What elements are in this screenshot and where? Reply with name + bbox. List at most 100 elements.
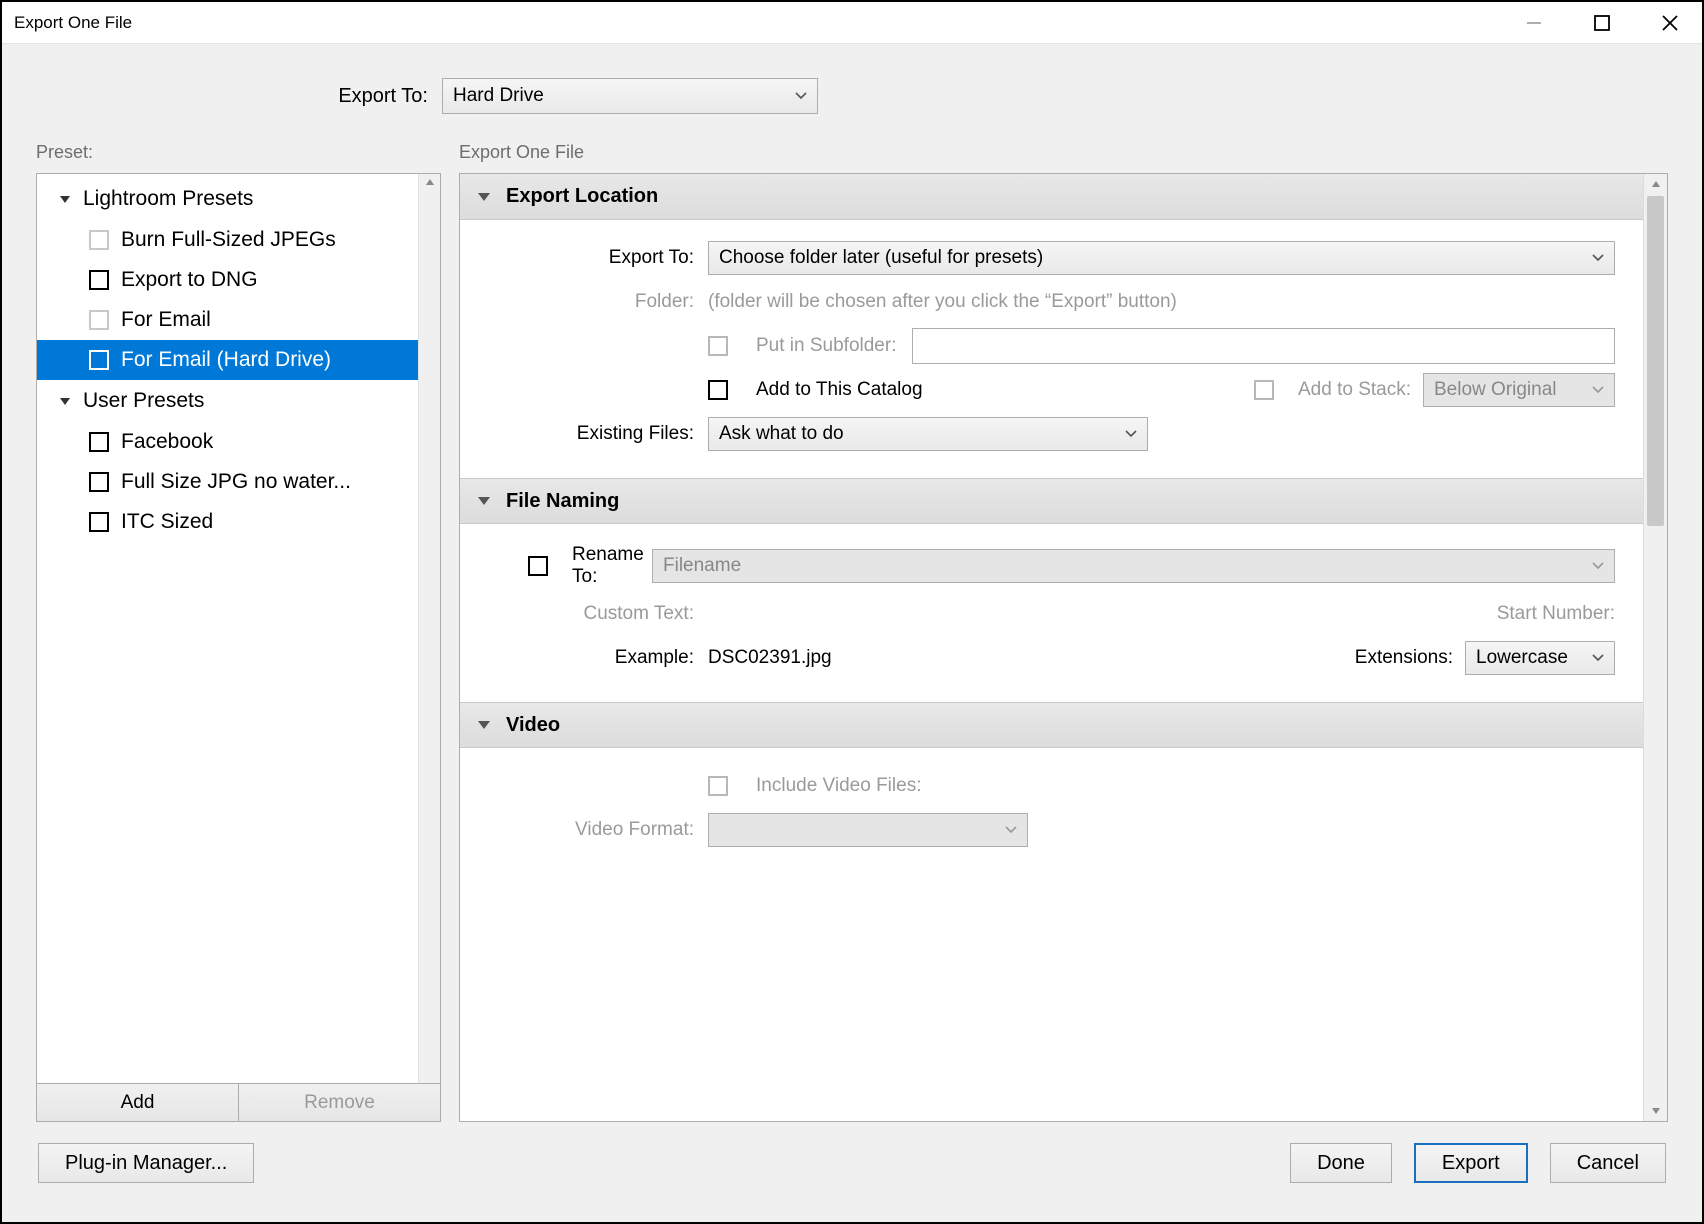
preset-item-itc-sized[interactable]: ITC Sized (37, 502, 418, 542)
section-title: Export Location (506, 185, 658, 208)
settings-panel: Export Location Export To: Choose folder… (459, 173, 1668, 1122)
export-to-select[interactable]: Hard Drive (442, 78, 818, 114)
maximize-button[interactable] (1582, 3, 1622, 43)
checkbox-icon (89, 310, 109, 330)
disclosure-down-icon (476, 495, 492, 507)
done-button[interactable]: Done (1290, 1143, 1392, 1183)
settings-column: Export One File Export Location Export T… (459, 142, 1668, 1122)
add-to-stack-label: Add to Stack: (1298, 379, 1411, 401)
select-value: Ask what to do (719, 423, 844, 445)
section-video[interactable]: Video (460, 702, 1643, 748)
subfolder-input[interactable] (912, 328, 1615, 364)
scroll-up-icon (419, 178, 440, 186)
preset-item-burn-jpegs[interactable]: Burn Full-Sized JPEGs (37, 220, 418, 260)
button-label: Export (1442, 1152, 1500, 1175)
preset-column: Preset: Lightroom Presets Burn Full-Size… (36, 142, 441, 1122)
preset-list[interactable]: Lightroom Presets Burn Full-Sized JPEGs … (37, 174, 418, 1083)
window-title: Export One File (14, 13, 132, 33)
include-video-label: Include Video Files: (756, 775, 921, 797)
panel-scrollbar[interactable] (1643, 174, 1667, 1121)
existing-files-label: Existing Files: (488, 423, 708, 445)
preset-item-label: For Email (121, 308, 211, 332)
section-file-naming[interactable]: File Naming (460, 478, 1643, 524)
extensions-select[interactable]: Lowercase (1465, 641, 1615, 675)
file-naming-body: Rename To: Filename Cust (460, 524, 1643, 702)
section-export-location[interactable]: Export Location (460, 174, 1643, 220)
preset-group-user[interactable]: User Presets (37, 380, 418, 422)
rename-to-label: Rename To: (572, 544, 644, 588)
checkbox-icon (89, 472, 109, 492)
preset-item-for-email[interactable]: For Email (37, 300, 418, 340)
section-title: File Naming (506, 490, 619, 513)
example-value: DSC02391.jpg (708, 647, 832, 669)
preset-item-facebook[interactable]: Facebook (37, 422, 418, 462)
preset-list-box: Lightroom Presets Burn Full-Sized JPEGs … (36, 173, 441, 1084)
select-value: Lowercase (1476, 647, 1568, 669)
video-body: Include Video Files: Video Format: (460, 748, 1643, 874)
preset-scrollbar[interactable] (418, 174, 440, 1083)
expander-icon (57, 395, 73, 407)
chevron-down-icon (1125, 430, 1137, 438)
rename-template-select[interactable]: Filename (652, 549, 1615, 583)
section-title: Video (506, 714, 560, 737)
export-destination-select[interactable]: Choose folder later (useful for presets) (708, 241, 1615, 275)
add-to-catalog-checkbox[interactable] (708, 380, 728, 400)
include-video-checkbox[interactable] (708, 776, 728, 796)
checkbox-icon (89, 512, 109, 532)
export-button[interactable]: Export (1414, 1143, 1528, 1183)
video-format-label: Video Format: (488, 819, 708, 841)
preset-buttons: Add Remove (36, 1084, 441, 1122)
preset-heading: Preset: (36, 142, 441, 163)
preset-item-fullsize-jpg[interactable]: Full Size JPG no water... (37, 462, 418, 502)
rename-to-checkbox[interactable] (528, 556, 548, 576)
chevron-down-icon (1592, 386, 1604, 394)
checkbox-icon (89, 270, 109, 290)
cancel-button[interactable]: Cancel (1550, 1143, 1666, 1183)
add-to-stack-checkbox[interactable] (1254, 380, 1274, 400)
preset-item-label: Full Size JPG no water... (121, 470, 351, 494)
checkbox-icon (89, 230, 109, 250)
preset-item-label: Facebook (121, 430, 213, 454)
settings-scroll-area: Export Location Export To: Choose folder… (460, 174, 1643, 1121)
folder-hint: (folder will be chosen after you click t… (708, 291, 1177, 313)
settings-heading: Export One File (459, 142, 1668, 163)
minimize-icon (1525, 14, 1543, 32)
minimize-button[interactable] (1514, 3, 1554, 43)
select-value: Choose folder later (useful for presets) (719, 247, 1043, 269)
remove-label: Remove (304, 1092, 375, 1114)
chevron-down-icon (1592, 562, 1604, 570)
video-format-select[interactable] (708, 813, 1028, 847)
chevron-down-icon (795, 92, 807, 100)
checkbox-icon (89, 432, 109, 452)
custom-text-label: Custom Text: (488, 603, 708, 625)
scroll-up-icon (1644, 180, 1667, 188)
put-in-subfolder-checkbox[interactable] (708, 336, 728, 356)
existing-files-select[interactable]: Ask what to do (708, 417, 1148, 451)
start-number-label: Start Number: (1497, 603, 1615, 625)
chevron-down-icon (1592, 254, 1604, 262)
export-to-row: Export To: Hard Drive (2, 44, 1702, 142)
plugin-manager-button[interactable]: Plug-in Manager... (38, 1143, 254, 1183)
disclosure-down-icon (476, 191, 492, 203)
add-to-catalog-label: Add to This Catalog (756, 379, 923, 401)
add-label: Add (121, 1092, 155, 1114)
select-value: Below Original (1434, 379, 1557, 401)
preset-group-label: User Presets (83, 389, 204, 413)
preset-item-for-email-hd[interactable]: For Email (Hard Drive) (37, 340, 418, 380)
add-preset-button[interactable]: Add (36, 1084, 239, 1122)
scrollbar-thumb[interactable] (1647, 196, 1664, 526)
remove-preset-button[interactable]: Remove (239, 1084, 441, 1122)
extensions-label: Extensions: (1355, 647, 1453, 669)
export-dialog: Export One File Export To: Hard Drive Pr… (0, 0, 1704, 1224)
dialog-footer: Plug-in Manager... Done Export Cancel (2, 1132, 1702, 1222)
close-icon (1660, 13, 1680, 33)
preset-group-lightroom[interactable]: Lightroom Presets (37, 178, 418, 220)
preset-item-export-dng[interactable]: Export to DNG (37, 260, 418, 300)
chevron-down-icon (1592, 654, 1604, 662)
stack-position-select[interactable]: Below Original (1423, 373, 1615, 407)
scroll-down-icon (1644, 1107, 1667, 1115)
disclosure-down-icon (476, 719, 492, 731)
close-button[interactable] (1650, 3, 1690, 43)
titlebar: Export One File (2, 2, 1702, 44)
columns: Preset: Lightroom Presets Burn Full-Size… (2, 142, 1702, 1132)
